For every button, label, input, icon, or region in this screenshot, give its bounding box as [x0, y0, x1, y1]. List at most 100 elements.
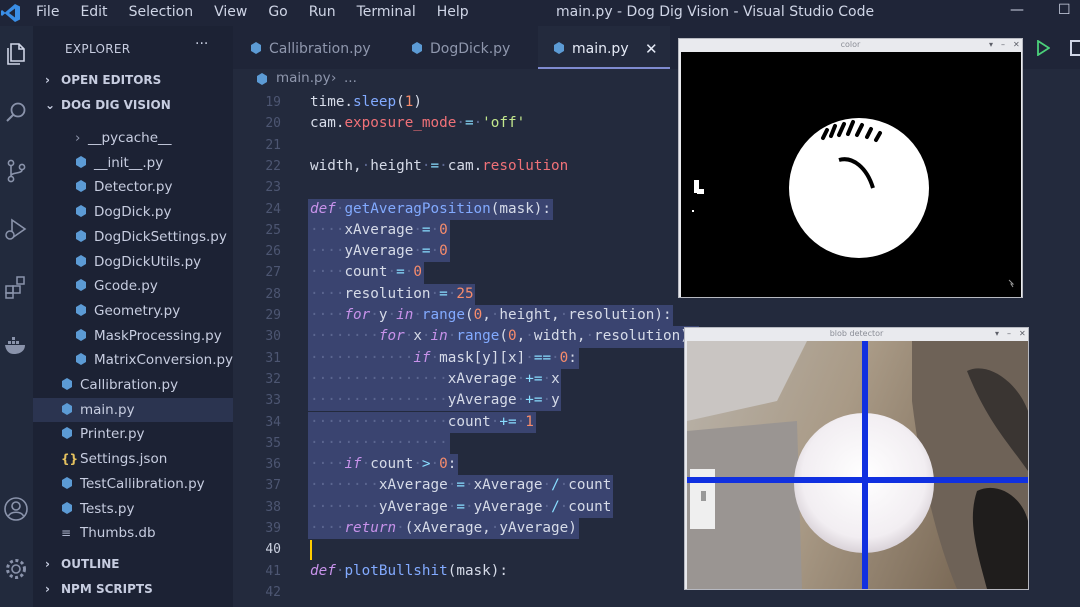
docker-icon[interactable] [3, 332, 29, 358]
minimize-button[interactable]: — [1010, 2, 1024, 18]
menu-terminal[interactable]: Terminal [357, 4, 416, 20]
window-close-icon[interactable]: ✕ [1013, 40, 1020, 49]
more-actions-icon[interactable]: ··· [195, 36, 208, 52]
search-icon[interactable] [3, 100, 29, 126]
line-number: 39 [265, 521, 281, 536]
npm-scripts-section[interactable]: › NPM SCRIPTS [45, 582, 153, 596]
file-tree-item[interactable]: {} Settings.json [33, 447, 233, 471]
tab-dogdick[interactable]: DogDick.py [411, 26, 541, 69]
account-icon[interactable] [3, 496, 29, 522]
code-text: cam.exposure_mode·=·'off' [310, 115, 526, 132]
code-text: ····if·count·>·0: [310, 456, 457, 473]
blob-detector-window[interactable]: blob detector ▾ – ✕ [684, 327, 1029, 590]
window-maximize-icon[interactable]: – [1001, 40, 1005, 49]
line-number: 41 [265, 563, 281, 579]
code-text: def·getAveragPosition(mask): [310, 200, 552, 217]
line-number: 31 [265, 350, 281, 366]
line-number: 40 [265, 542, 281, 558]
open-editors-section[interactable]: › OPEN EDITORS [45, 73, 161, 87]
line-number: 37 [265, 478, 281, 494]
run-icon[interactable] [1036, 40, 1050, 56]
menu-selection[interactable]: Selection [129, 4, 194, 20]
python-file-icon [412, 42, 422, 54]
file-tree-item[interactable]: Callibration.py [33, 373, 233, 397]
code-text: width,·height·=·cam.resolution [310, 157, 569, 174]
file-tree-item[interactable]: Detector.py [33, 175, 233, 199]
split-editor-icon[interactable] [1070, 40, 1080, 56]
file-tree-item[interactable]: DogDickSettings.py [33, 225, 233, 249]
file-tree-label: Gcode.py [94, 278, 158, 295]
menu-file[interactable]: File [36, 4, 59, 20]
file-tree-label: MaskProcessing.py [94, 327, 222, 344]
file-tree-item[interactable]: DogDickUtils.py [33, 250, 233, 274]
tab-callibration[interactable]: Callibration.py [250, 26, 400, 69]
outline-section[interactable]: › OUTLINE [45, 557, 119, 571]
line-number: 19 [265, 95, 281, 110]
file-tree-item[interactable]: TestCallibration.py [33, 472, 233, 496]
menu-edit[interactable]: Edit [80, 4, 107, 20]
python-file-icon [76, 279, 86, 292]
extensions-icon[interactable] [3, 274, 29, 300]
menu-view[interactable]: View [214, 4, 247, 20]
run-debug-icon[interactable] [3, 216, 29, 242]
blob-detector-title: blob detector [829, 329, 884, 338]
explorer-icon[interactable] [3, 41, 29, 67]
file-tree-item[interactable]: MaskProcessing.py [33, 324, 233, 348]
line-number: 23 [265, 180, 281, 196]
menu-run[interactable]: Run [309, 4, 336, 20]
activity-bar [0, 26, 33, 607]
file-icon: ≡ [61, 526, 72, 541]
code-text: ····for·y·in·range(0,·height,·resolution… [310, 307, 672, 323]
python-file-icon [62, 501, 72, 514]
file-tree-item[interactable]: ≡ Thumbs.db [33, 521, 233, 545]
breadcrumb-symbol[interactable]: ... [344, 70, 357, 86]
camera-image [687, 341, 1028, 589]
breadcrumb: main.py › ... [233, 69, 683, 91]
tab-main[interactable]: main.py ✕ [538, 26, 670, 69]
python-file-icon [251, 42, 261, 54]
file-tree-item[interactable]: Gcode.py [33, 274, 233, 298]
project-section[interactable]: ⌄ DOG DIG VISION [45, 98, 171, 112]
code-text: ············if·mask[y][x]·==·0: [310, 349, 577, 366]
file-tree-label: Thumbs.db [80, 525, 156, 542]
color-window-title: color [840, 40, 861, 49]
window-minimize-icon[interactable]: ▾ [989, 40, 993, 49]
python-file-icon [76, 353, 86, 366]
file-tree-item[interactable]: Geometry.py [33, 299, 233, 323]
line-number: 29 [265, 308, 281, 323]
file-tree-item[interactable]: MatrixConversion.py [33, 348, 233, 372]
breadcrumb-file[interactable]: main.py [276, 70, 331, 86]
python-file-icon [257, 73, 267, 85]
source-control-icon[interactable] [3, 158, 29, 184]
explorer-title: EXPLORER [65, 42, 131, 56]
file-tree-item[interactable]: __init__.py [33, 151, 233, 175]
file-tree-item[interactable]: DogDick.py [33, 200, 233, 224]
code-line[interactable]: 29 ····for·y·in·range(0,·height,·resoluti… [233, 305, 1080, 327]
chevron-right-icon: › [75, 130, 81, 146]
line-number: 35 [265, 435, 281, 451]
python-file-icon [554, 42, 564, 54]
code-text: ········yAverage·=·yAverage·/·count [310, 498, 612, 515]
window-close-icon[interactable]: ✕ [1019, 329, 1026, 338]
window-maximize-icon[interactable]: – [1007, 329, 1011, 338]
file-tree-item[interactable]: main.py [33, 397, 233, 422]
chevron-right-icon: › [45, 582, 50, 596]
file-tree-item[interactable]: › __pycache__ [33, 126, 233, 150]
code-text: ····xAverage·=·0 [310, 221, 448, 238]
file-tree-item[interactable]: Tests.py [33, 497, 233, 521]
line-number: 30 [265, 329, 281, 345]
maximize-button[interactable]: ☐ [1058, 2, 1071, 18]
window-minimize-icon[interactable]: ▾ [995, 329, 999, 338]
line-number: 32 [265, 371, 281, 387]
menu-help[interactable]: Help [437, 4, 469, 20]
python-file-icon [62, 402, 72, 415]
title-bar: File Edit Selection View Go Run Terminal… [0, 0, 1080, 26]
chevron-down-icon: ⌄ [45, 98, 56, 112]
line-number: 36 [265, 457, 281, 473]
color-window[interactable]: color ▾ – ✕ [678, 38, 1023, 298]
python-file-icon [76, 180, 86, 193]
menu-go[interactable]: Go [268, 4, 287, 20]
file-tree-item[interactable]: Printer.py [33, 422, 233, 446]
close-tab-icon[interactable]: ✕ [645, 26, 658, 72]
settings-gear-icon[interactable] [3, 556, 29, 582]
